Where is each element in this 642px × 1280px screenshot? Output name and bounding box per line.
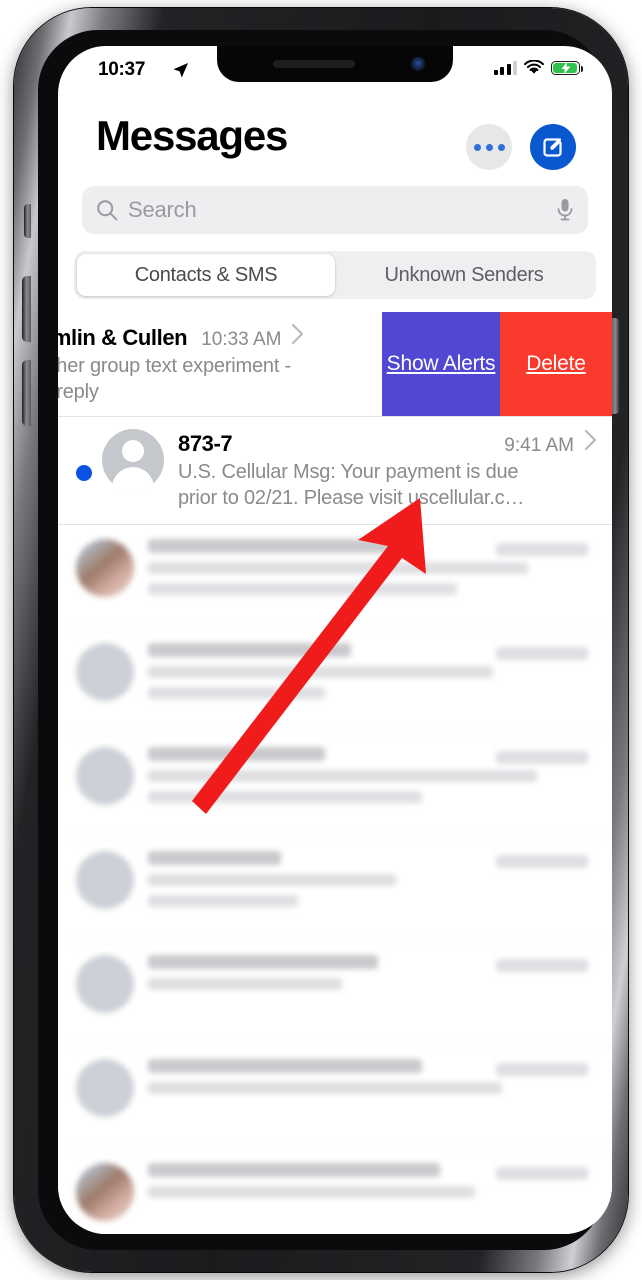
avatar: [76, 1163, 134, 1221]
conversation-preview: U.S. Cellular Msg: Your payment is due p…: [178, 461, 525, 510]
chevron-right-icon: [584, 429, 598, 456]
conversation-row-blurred[interactable]: [58, 525, 612, 629]
conversation-list[interactable]: amlin & Cullen 10:33 AM other group text…: [58, 312, 612, 1234]
volume-down-button[interactable]: [22, 360, 31, 426]
conversation-timestamp: [496, 543, 588, 556]
conversation-row-blurred[interactable]: [58, 941, 612, 1045]
search-bar[interactable]: Search: [82, 186, 588, 234]
status-bar-indicators: [493, 60, 583, 75]
conversation-row-unread[interactable]: 873-7 9:41 AM U.S. Cellular Msg: Your pa…: [58, 417, 612, 525]
conversation-row-blurred[interactable]: [58, 733, 612, 837]
mute-switch-button[interactable]: [24, 204, 31, 238]
conversation-timestamp: [496, 1063, 588, 1076]
location-arrow-icon: [172, 62, 189, 84]
power-button[interactable]: [611, 318, 620, 414]
search-icon: [97, 200, 118, 221]
conversation-row-blurred[interactable]: [58, 837, 612, 941]
conversation-timestamp: [496, 1167, 588, 1180]
avatar: [76, 643, 134, 701]
person-placeholder-avatar: [102, 429, 164, 491]
tab-contacts-and-sms[interactable]: Contacts & SMS: [77, 254, 335, 296]
show-alerts-button[interactable]: Show Alerts: [382, 312, 500, 416]
delete-button[interactable]: Delete: [500, 312, 612, 416]
avatar: [76, 851, 134, 909]
unread-badge-dot: [76, 465, 92, 481]
avatar: [76, 955, 134, 1013]
microphone-icon[interactable]: [556, 198, 574, 222]
conversation-name: amlin & Cullen: [58, 325, 188, 350]
volume-up-button[interactable]: [22, 276, 31, 342]
ellipsis-icon: [473, 143, 481, 151]
conversation-timestamp: [496, 751, 588, 764]
more-options-button[interactable]: [466, 124, 512, 170]
conversation-row-swiped[interactable]: amlin & Cullen 10:33 AM other group text…: [58, 312, 612, 417]
status-bar-clock: 10:37: [98, 59, 146, 80]
conversation-row-content[interactable]: amlin & Cullen 10:33 AM other group text…: [58, 312, 382, 406]
front-camera-icon: [411, 57, 425, 71]
conversation-row-blurred[interactable]: [58, 1045, 612, 1149]
page-title: Messages: [96, 112, 288, 159]
conversation-name: 873-7: [178, 431, 233, 456]
conversation-timestamp: 10:33 AM: [201, 329, 282, 350]
tab-unknown-senders[interactable]: Unknown Senders: [335, 254, 593, 296]
conversation-preview: other group text experiment - o reply: [58, 355, 291, 404]
earpiece-speaker-icon: [273, 60, 355, 68]
notch: [217, 46, 453, 82]
cellular-bars-icon: [493, 60, 517, 75]
conversation-row-blurred[interactable]: [58, 1149, 612, 1234]
avatar: [76, 747, 134, 805]
battery-charging-icon: [551, 60, 583, 75]
avatar: [76, 1059, 134, 1117]
segmented-control[interactable]: Contacts & SMS Unknown Senders: [74, 251, 596, 299]
conversation-timestamp: [496, 647, 588, 660]
conversation-timestamp: [496, 959, 588, 972]
conversation-timestamp: 9:41 AM: [504, 435, 574, 456]
chevron-right-icon: [291, 323, 305, 350]
avatar: [76, 539, 134, 597]
wifi-icon: [524, 60, 544, 74]
compose-button[interactable]: [530, 124, 576, 170]
messages-header: Messages: [58, 92, 612, 182]
phone-frame: 10:37 Messages Search Contacts & SMS Unk…: [14, 8, 628, 1272]
search-input[interactable]: Search: [128, 197, 556, 223]
conversation-row-blurred[interactable]: [58, 629, 612, 733]
compose-pencil-icon: [543, 138, 562, 157]
phone-screen: 10:37 Messages Search Contacts & SMS Unk…: [58, 46, 612, 1234]
conversation-timestamp: [496, 855, 588, 868]
